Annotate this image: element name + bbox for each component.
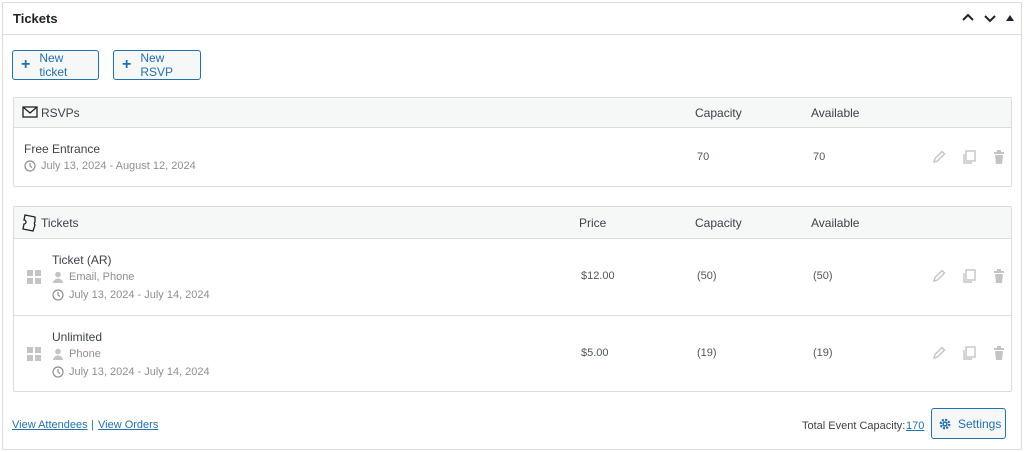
ticket-capacity: (19) xyxy=(697,347,717,359)
ticket-name: Ticket (AR) xyxy=(52,253,112,267)
plus-icon: + xyxy=(21,56,31,73)
tickets-header-title: Tickets xyxy=(41,216,79,230)
new-rsvp-button[interactable]: + New RSVP xyxy=(113,50,201,80)
edit-icon[interactable] xyxy=(931,268,947,284)
ticket-available: (19) xyxy=(813,347,833,359)
ticket-capacity: (50) xyxy=(697,270,717,282)
person-icon xyxy=(53,271,63,283)
tickets-table: Tickets Price Capacity Available Ticket … xyxy=(13,206,1012,392)
metabox-header: Tickets xyxy=(3,3,1021,35)
view-attendees-link[interactable]: View Attendees xyxy=(12,419,88,431)
new-ticket-label: New ticket xyxy=(39,51,68,79)
total-capacity-value[interactable]: 170 xyxy=(906,420,924,432)
rsvp-table: RSVPs Capacity Available Free Entrance J… xyxy=(13,97,1012,187)
ticket-row: Unlimited Phone July 13, 2024 - July 14,… xyxy=(14,315,1011,391)
tickets-metabox: Tickets + New ticket + New RSVP RSVPs Ca… xyxy=(2,2,1022,450)
ticket-price: $12.00 xyxy=(581,270,615,282)
gear-icon xyxy=(938,417,952,431)
new-rsvp-label: New RSVP xyxy=(140,51,174,79)
drag-handle-icon[interactable] xyxy=(27,270,41,284)
edit-icon[interactable] xyxy=(931,149,947,165)
settings-label: Settings xyxy=(958,416,1002,431)
ticket-row: Ticket (AR) Email, Phone July 13, 2024 -… xyxy=(14,239,1011,315)
tickets-header-price: Price xyxy=(579,216,607,230)
rsvp-header-title: RSVPs xyxy=(41,106,80,120)
drag-handle-icon[interactable] xyxy=(27,347,41,361)
person-icon xyxy=(53,348,63,360)
ticket-price: $5.00 xyxy=(581,347,609,359)
rsvp-row: Free Entrance July 13, 2024 - August 12,… xyxy=(14,128,1011,186)
total-capacity-label: Total Event Capacity: xyxy=(802,420,906,432)
view-orders-link[interactable]: View Orders xyxy=(98,419,158,431)
envelope-icon xyxy=(22,105,38,122)
tickets-table-header: Tickets Price Capacity Available xyxy=(14,207,1011,239)
tickets-header-capacity: Capacity xyxy=(695,216,742,230)
rsvp-name: Free Entrance xyxy=(24,142,101,156)
rsvp-header-available: Available xyxy=(811,106,860,120)
clock-icon xyxy=(52,289,64,301)
move-down-icon[interactable] xyxy=(981,9,999,27)
rsvp-capacity: 70 xyxy=(697,151,710,163)
rsvp-available: 70 xyxy=(813,151,826,163)
plus-icon: + xyxy=(122,56,132,73)
rsvp-table-header: RSVPs Capacity Available xyxy=(14,98,1011,128)
ticket-fields-text: Email, Phone xyxy=(69,271,135,283)
trash-icon[interactable] xyxy=(991,345,1007,361)
ticket-name: Unlimited xyxy=(52,330,103,344)
ticket-available: (50) xyxy=(813,270,833,282)
ticket-dates-text: July 13, 2024 - July 14, 2024 xyxy=(69,289,210,301)
footer-separator: | xyxy=(91,419,94,431)
clock-icon xyxy=(24,160,36,172)
duplicate-icon[interactable] xyxy=(961,268,977,284)
ticket-icon xyxy=(22,214,38,235)
tickets-header-available: Available xyxy=(811,216,860,230)
trash-icon[interactable] xyxy=(991,268,1007,284)
rsvp-header-capacity: Capacity xyxy=(695,106,742,120)
ticket-fields-text: Phone xyxy=(69,348,101,360)
move-up-icon[interactable] xyxy=(959,9,977,27)
ticket-fields: Phone xyxy=(52,348,101,360)
clock-icon xyxy=(52,366,64,378)
duplicate-icon[interactable] xyxy=(961,149,977,165)
duplicate-icon[interactable] xyxy=(961,345,977,361)
trash-icon[interactable] xyxy=(991,149,1007,165)
toggle-panel-icon[interactable] xyxy=(1003,9,1017,27)
ticket-fields: Email, Phone xyxy=(52,271,134,283)
ticket-dates-text: July 13, 2024 - July 14, 2024 xyxy=(69,366,210,378)
settings-button[interactable]: Settings xyxy=(931,408,1006,439)
edit-icon[interactable] xyxy=(931,345,947,361)
new-ticket-button[interactable]: + New ticket xyxy=(12,50,99,80)
rsvp-dates: July 13, 2024 - August 12, 2024 xyxy=(24,160,196,172)
metabox-title: Tickets xyxy=(13,11,58,26)
ticket-dates: July 13, 2024 - July 14, 2024 xyxy=(52,289,210,301)
ticket-dates: July 13, 2024 - July 14, 2024 xyxy=(52,366,210,378)
rsvp-dates-text: July 13, 2024 - August 12, 2024 xyxy=(41,160,196,172)
